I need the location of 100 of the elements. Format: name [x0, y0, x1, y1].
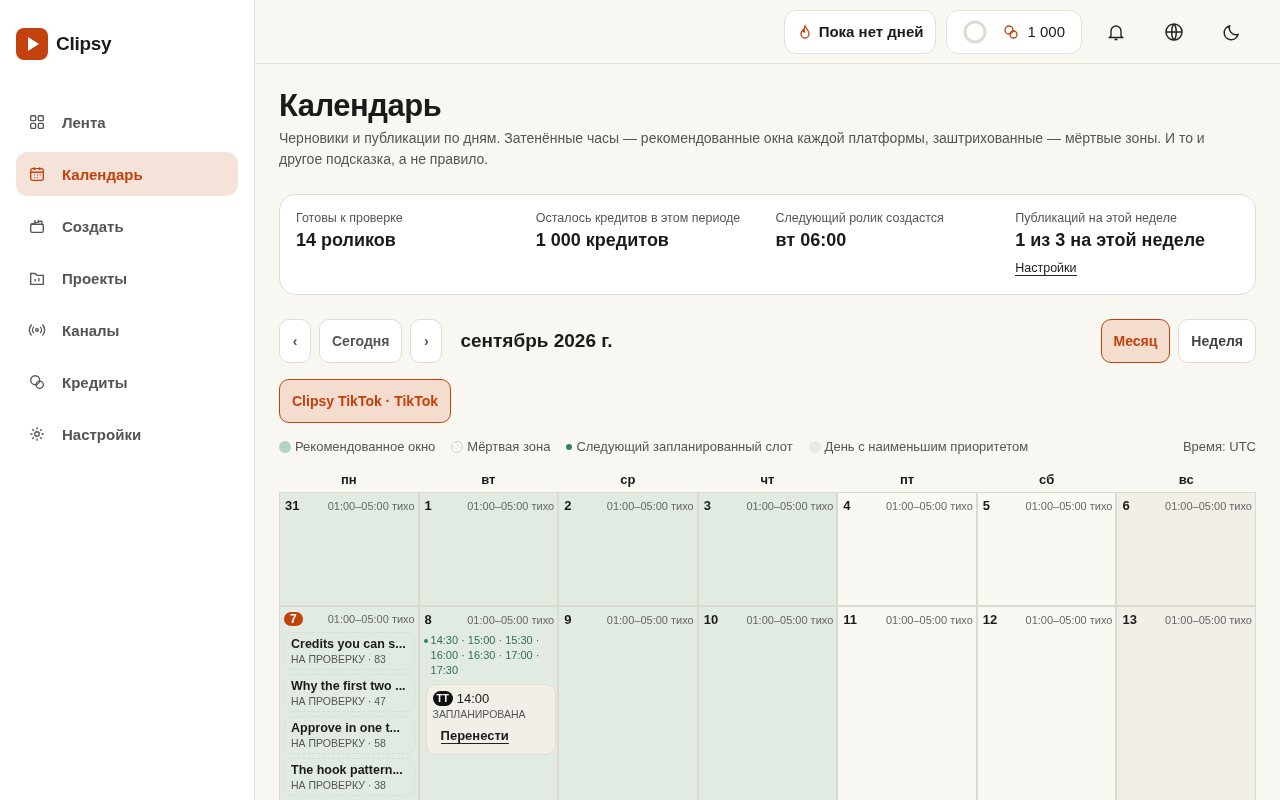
quiet-hours: 01:00–05:00 тихо — [885, 499, 973, 512]
quiet-hours: 01:00–05:00 тихо — [1165, 613, 1252, 626]
coins-icon — [1003, 23, 1020, 40]
platform-badge: TT — [432, 691, 453, 706]
stat-label: Осталось кредитов в этом периоде — [535, 211, 741, 225]
day-number: 9 — [563, 612, 573, 627]
brand-name: Clipsy — [56, 33, 112, 55]
draft-title: Approve in one t... — [291, 721, 402, 735]
day-cell[interactable]: 13 01:00–05:00 тихо — [1117, 607, 1255, 800]
timezone-label: Время: UTC — [1182, 439, 1256, 454]
stat-value: 14 роликов — [296, 230, 396, 251]
draft-title: The hook pattern... — [291, 763, 404, 777]
day-cell[interactable]: 2 01:00–05:00 тихо — [559, 493, 697, 605]
page-title: Календарь — [279, 88, 443, 124]
globe-icon[interactable] — [1164, 21, 1184, 42]
coins-icon — [28, 373, 46, 391]
stat-value: 1 из 3 на этой неделе — [1015, 230, 1206, 251]
weekday-header: чт — [759, 472, 776, 487]
stat-label: Следующий ролик создастся — [775, 211, 944, 225]
sidebar-item[interactable]: Проекты — [16, 256, 238, 300]
day-cell[interactable]: 9 01:00–05:00 тихо — [559, 607, 697, 800]
quiet-hours: 01:00–05:00 тихо — [327, 499, 415, 512]
weekday-header: сб — [1038, 472, 1056, 487]
previous-button[interactable]: ‹ — [279, 319, 311, 363]
day-cell[interactable]: 31 01:00–05:00 тихо — [280, 493, 418, 605]
stat-value: вт 06:00 — [775, 230, 847, 251]
day-cell[interactable]: 10 01:00–05:00 тихо — [698, 607, 837, 800]
day-cell[interactable]: 11 01:00–05:00 тихо — [838, 607, 976, 800]
draft-card[interactable]: Why the first two ... НА ПРОВЕРКУ · 47 — [284, 674, 415, 712]
day-number: 5 — [981, 498, 992, 513]
quiet-hours: 01:00–05:00 тихо — [1165, 499, 1252, 512]
post-time: 14:00 — [456, 691, 490, 706]
page-subtitle: Черновики и публикации по дням. Затенённые часы — рекомендованные окна каждой платформы, заштрихованные — мёртвые зоны. И то и другое подсказка, а не правило. — [279, 129, 1206, 169]
post-card[interactable]: TT 14:00 ЗАПЛАНИРОВАНА Перенести — [425, 684, 556, 755]
dot-icon — [423, 639, 428, 643]
quiet-hours: 01:00–05:00 тихо — [1025, 499, 1113, 512]
day-number: 31 — [284, 498, 301, 513]
day-number: 12 — [981, 612, 999, 627]
hatched-swatch-icon — [451, 440, 464, 453]
draft-status: НА ПРОВЕРКУ · 47 — [291, 695, 387, 707]
draft-card[interactable]: Approve in one t... НА ПРОВЕРКУ · 58 — [284, 716, 415, 754]
dot-icon — [566, 443, 573, 450]
slot-times: 14:30 · 15:00 · 15:30 · 16:00 · 16:30 · 17:00 · 17:30 — [430, 633, 541, 678]
today-button[interactable]: Сегодня — [319, 319, 403, 363]
clapperboard-icon — [28, 217, 46, 235]
sidebar-item[interactable]: Кредиты — [16, 360, 238, 404]
day-number: 13 — [1121, 612, 1138, 627]
legend-label: День с наименьшим приоритетом — [824, 439, 1029, 454]
day-number: 1 — [423, 498, 433, 513]
stat-label: Публикаций на этой неделе — [1015, 211, 1177, 225]
day-cell[interactable]: 1 01:00–05:00 тихо — [419, 493, 558, 605]
day-number: 8 — [423, 612, 433, 627]
credits-button[interactable]: 1 000 — [946, 9, 1082, 54]
draft-title: Why the first two ... — [291, 679, 407, 693]
draft-status: НА ПРОВЕРКУ · 38 — [291, 779, 387, 791]
logo-icon — [16, 28, 48, 60]
day-number: 2 — [563, 498, 573, 513]
day-cell[interactable]: 7 01:00–05:00 тихо Credits you can s... НА ПРОВЕРКУ · 83 Why the first two ... НА ПРОВЕРКУ · 47 Approve in one t... НА ПРОВЕРКУ · 58 The hook pattern... НА ПРОВЕРКУ · 38 — [280, 607, 418, 800]
day-number: 7 — [284, 612, 303, 626]
draft-status: НА ПРОВЕРКУ · 58 — [291, 737, 387, 749]
weekday-header: пн — [339, 472, 358, 487]
sidebar-item[interactable]: Создать — [16, 204, 238, 248]
quiet-hours: 01:00–05:00 тихо — [885, 613, 973, 626]
settings-icon — [28, 425, 46, 443]
day-cell[interactable]: 4 01:00–05:00 тихо — [838, 493, 976, 605]
day-cell[interactable]: 3 01:00–05:00 тихо — [698, 493, 837, 605]
settings-link[interactable]: Настройки — [1015, 261, 1077, 276]
channel-chip[interactable]: Clipsy TikTok · TikTok — [279, 379, 451, 423]
day-cell[interactable]: 6 01:00–05:00 тихо — [1117, 493, 1255, 605]
sidebar-item[interactable]: Лента — [16, 100, 238, 144]
streak-button[interactable]: Пока нет дней — [783, 9, 937, 54]
weekday-header: ср — [619, 472, 637, 487]
draft-card[interactable]: The hook pattern... НА ПРОВЕРКУ · 38 — [284, 758, 415, 796]
sidebar-item[interactable]: Календарь — [16, 152, 238, 196]
sidebar-item[interactable]: Настройки — [16, 412, 238, 456]
sidebar-item[interactable]: Каналы — [16, 308, 238, 352]
weekday-header: пт — [898, 472, 916, 487]
day-cell[interactable]: 8 01:00–05:00 тихо 14:30 · 15:00 · 15:30 · 16:00 · 16:30 · 17:00 · 17:30 TT 14:00 ЗАПЛАНИРОВАНА Перенести — [419, 607, 558, 800]
quiet-hours: 01:00–05:00 тихо — [327, 613, 415, 625]
quiet-hours: 01:00–05:00 тихо — [467, 613, 555, 626]
recommended-swatch-icon — [279, 440, 291, 453]
reschedule-link[interactable]: Перенести — [440, 728, 509, 744]
stat-label: Готовы к проверке — [296, 211, 403, 225]
view-tab[interactable]: Месяц — [1100, 319, 1171, 363]
quiet-hours: 01:00–05:00 тихо — [606, 613, 694, 626]
day-cell[interactable]: 12 01:00–05:00 тихо — [977, 607, 1116, 800]
quiet-hours: 01:00–05:00 тихо — [467, 499, 555, 512]
period-title: сентябрь 2026 г. — [460, 330, 613, 352]
grid-icon — [28, 113, 46, 131]
day-number: 10 — [702, 612, 720, 627]
draft-card[interactable]: Credits you can s... НА ПРОВЕРКУ · 83 — [284, 632, 415, 670]
weekday-header: вт — [480, 472, 497, 487]
quiet-hours: 01:00–05:00 тихо — [606, 499, 694, 512]
view-tab[interactable]: Неделя — [1178, 319, 1256, 363]
legend-label: Рекомендованное окно — [295, 439, 436, 454]
next-button[interactable]: › — [410, 319, 443, 363]
quiet-hours: 01:00–05:00 тихо — [1025, 613, 1113, 626]
quiet-hours: 01:00–05:00 тихо — [746, 499, 834, 512]
day-cell[interactable]: 5 01:00–05:00 тихо — [977, 493, 1116, 605]
calendar-icon — [28, 165, 46, 183]
